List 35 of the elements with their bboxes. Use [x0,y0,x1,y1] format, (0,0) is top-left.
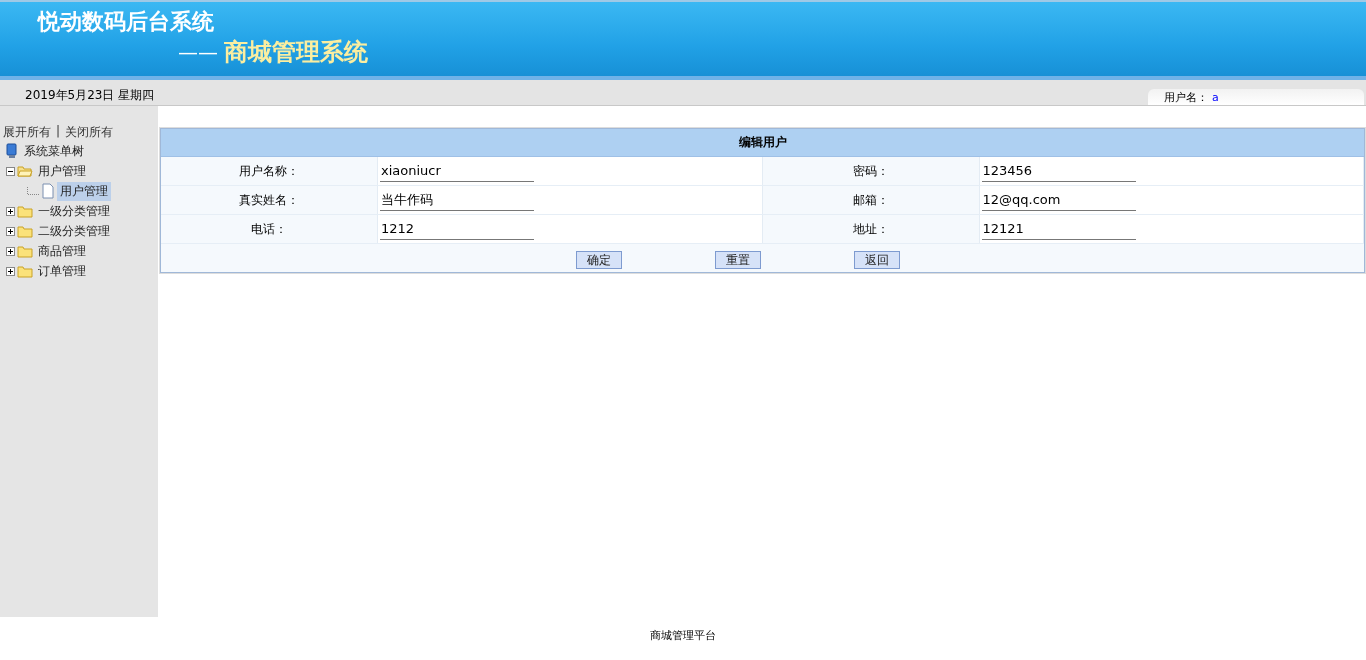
document-icon [41,183,55,199]
folder-icon [17,204,33,218]
date-text: 2019年5月23日 星期四 [25,87,155,104]
tree-root-label: 系统菜单树 [23,142,85,160]
connector-line [27,187,39,195]
confirm-button[interactable]: 确定 [575,251,622,269]
title-dash: —— [178,40,218,64]
system-title: 悦动数码后台系统 [38,8,215,36]
field-label: 真实姓名： [161,186,378,214]
computer-icon [5,143,19,159]
field-label: 地址： [762,215,980,243]
tree-item[interactable]: 二级分类管理 [35,221,113,241]
folder-icon [17,244,33,258]
user-label: 用户名： [1164,89,1208,105]
expand-all-link[interactable]: 展开所有 [3,124,51,141]
separator-text: | [56,124,61,140]
folder-icon [17,264,33,278]
tree-item[interactable]: 用户管理 [57,181,111,201]
system-subtitle: 商城管理系统 [224,37,368,68]
form-title: 编辑用户 [161,129,1364,157]
tree-item[interactable]: 用户管理 [35,161,89,181]
back-button[interactable]: 返回 [853,251,900,269]
tree-item[interactable]: 一级分类管理 [35,201,113,221]
field-label: 密码： [762,157,980,185]
reset-button[interactable]: 重置 [714,251,761,269]
collapse-all-link[interactable]: 关闭所有 [65,124,114,141]
user-name: a [1212,90,1219,104]
field-label: 电话： [161,215,378,243]
folder-icon [17,224,33,238]
tree-item[interactable]: 商品管理 [35,241,89,261]
tree-item[interactable]: 订单管理 [35,261,89,281]
field-label: 邮箱： [762,186,980,214]
field-label: 用户名称： [161,157,378,185]
footer-text: 商城管理平台 [649,628,717,643]
open-folder-icon [17,164,33,178]
